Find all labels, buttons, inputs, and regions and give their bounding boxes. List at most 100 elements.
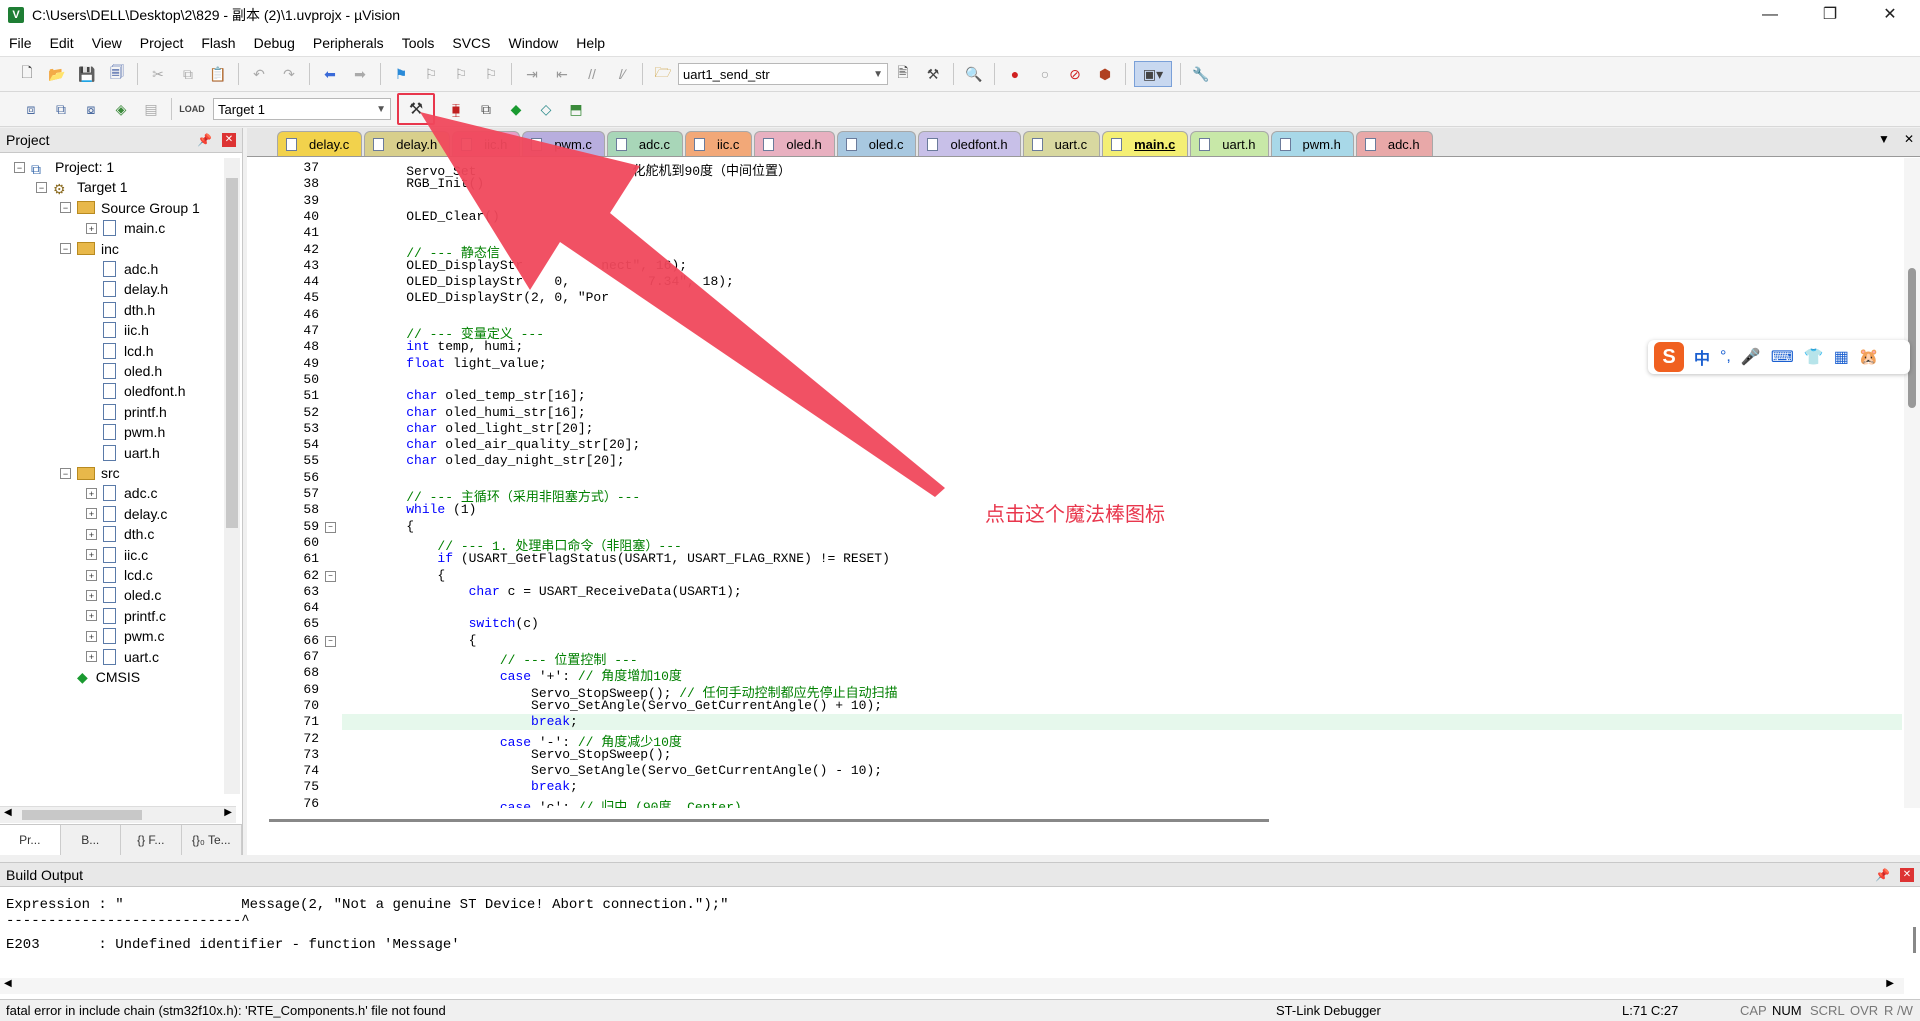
unindent-icon[interactable]: ⇤ [550, 62, 574, 86]
tab-books[interactable]: B... [61, 825, 121, 855]
close-icon[interactable]: ✕ [222, 133, 236, 147]
pack-installer-icon[interactable]: ⬒ [564, 97, 588, 121]
expand-icon[interactable]: + [86, 651, 97, 663]
cut-icon[interactable]: ✂ [146, 62, 170, 86]
next-bookmark-icon[interactable]: ⚐ [449, 62, 473, 86]
save-icon[interactable]: 💾 [75, 62, 99, 86]
tree-item[interactable]: − src [60, 463, 120, 483]
stop-build-icon[interactable]: ▤ [139, 97, 163, 121]
ime-mode[interactable]: 中 [1694, 345, 1710, 369]
options-for-target-button[interactable]: ⚒ [397, 93, 435, 125]
skin-icon[interactable]: 👕 [1804, 347, 1824, 367]
manage-rte-icon[interactable]: ◆ [504, 97, 528, 121]
disable-breakpoint-icon[interactable]: ○ [1033, 62, 1057, 86]
chevron-left-icon[interactable]: ◀ [4, 807, 12, 818]
download-load-icon[interactable]: LOAD [179, 97, 205, 121]
tree-item[interactable]: + main.c [86, 218, 165, 238]
build-icon[interactable]: ⧉ [49, 97, 73, 121]
tree-item[interactable]: + lcd.c [86, 565, 153, 585]
ime-toolbar[interactable]: S 中 °, 🎤 ⌨ 👕 ▦ 🐹 [1648, 340, 1910, 374]
breakpoint-icon[interactable]: ● [1003, 62, 1027, 86]
tab-functions[interactable]: {} F... [121, 825, 182, 855]
expand-icon[interactable]: + [86, 487, 97, 499]
file-extensions-icon[interactable]: ⧯ [444, 97, 468, 121]
clear-bookmarks-icon[interactable]: ⚐ [479, 62, 503, 86]
punctuation-icon[interactable]: °, [1720, 348, 1731, 366]
tree-item[interactable]: dth.h [86, 300, 155, 320]
chevron-left-icon[interactable]: ◀ [4, 978, 12, 989]
comment-icon[interactable]: // [580, 62, 604, 86]
scroll-thumb[interactable] [269, 819, 1269, 822]
chevron-right-icon[interactable]: ▶ [1886, 978, 1894, 989]
expand-icon[interactable]: + [86, 508, 97, 520]
menu-flash[interactable]: Flash [192, 30, 244, 56]
menu-tools[interactable]: Tools [393, 30, 444, 56]
expand-icon[interactable]: + [86, 222, 97, 234]
tab-list-icon[interactable]: ▼ [1878, 132, 1890, 146]
project-vertical-scrollbar[interactable] [224, 158, 240, 794]
editor-tab[interactable]: uart.h [1190, 131, 1269, 156]
tree-item[interactable]: oled.h [86, 361, 162, 381]
prev-bookmark-icon[interactable]: ⚐ [419, 62, 443, 86]
scroll-thumb[interactable] [226, 178, 238, 528]
tree-item[interactable]: + delay.c [86, 504, 167, 524]
editor-tab[interactable]: delay.h [364, 131, 451, 156]
chevron-right-icon[interactable]: ▶ [224, 807, 232, 818]
paste-icon[interactable]: 📋 [206, 62, 230, 86]
save-all-icon[interactable]: 🗐 [105, 62, 129, 86]
tree-item[interactable]: + dth.c [86, 524, 154, 544]
collapse-icon[interactable]: − [60, 243, 71, 255]
new-file-icon[interactable]: 🗋 [15, 62, 39, 86]
toolbox-icon[interactable]: ▦ [1834, 347, 1849, 367]
uncomment-icon[interactable]: /∕ [610, 62, 634, 86]
tree-item[interactable]: pwm.h [86, 422, 165, 442]
expand-icon[interactable]: + [86, 630, 97, 642]
editor-tab[interactable]: oled.c [836, 131, 917, 156]
editor-tab[interactable]: iic.h [452, 131, 521, 156]
mascot-icon[interactable]: 🐹 [1859, 347, 1879, 367]
manage-project-items-icon[interactable]: ⧉ [474, 97, 498, 121]
maximize-button[interactable]: ❐ [1800, 0, 1860, 30]
redo-icon[interactable]: ↷ [277, 62, 301, 86]
fold-toggle-icon[interactable]: − [325, 635, 336, 647]
tree-item[interactable]: iic.h [86, 320, 149, 340]
minimize-button[interactable]: — [1740, 0, 1800, 30]
fold-toggle-icon[interactable]: − [325, 570, 336, 582]
microphone-icon[interactable]: 🎤 [1741, 347, 1761, 367]
tree-item[interactable]: + oled.c [86, 585, 161, 605]
translate-icon[interactable]: ⧈ [19, 97, 43, 121]
tree-item[interactable]: oledfont.h [86, 381, 186, 401]
close-icon[interactable]: ✕ [1904, 132, 1914, 146]
find-in-files-icon[interactable]: 🗁 [651, 62, 675, 86]
project-horizontal-scrollbar[interactable]: ◀ ▶ [0, 806, 236, 823]
collapse-icon[interactable]: − [60, 202, 71, 214]
indent-icon[interactable]: ⇥ [520, 62, 544, 86]
tree-item[interactable]: − inc [60, 239, 119, 259]
tree-item[interactable]: + iic.c [86, 545, 148, 565]
tree-item[interactable]: ◆ CMSIS [60, 667, 140, 687]
window-layout-icon[interactable]: ▣▾ [1134, 61, 1172, 87]
menu-peripherals[interactable]: Peripherals [304, 30, 393, 56]
open-folder-icon[interactable]: 📂 [45, 62, 69, 86]
editor-horizontal-scrollbar[interactable] [247, 813, 1902, 829]
bookmark-icon[interactable]: ⚑ [389, 62, 413, 86]
editor-tab[interactable]: pwm.h [1270, 131, 1354, 156]
tree-item[interactable]: delay.h [86, 279, 168, 299]
editor-tab[interactable]: oled.h [754, 131, 835, 156]
tab-project[interactable]: Pr... [0, 825, 61, 855]
collapse-icon[interactable]: − [36, 181, 47, 193]
collapse-icon[interactable]: − [14, 161, 25, 173]
expand-icon[interactable]: + [86, 549, 97, 561]
editor-tab[interactable]: oledfont.h [918, 131, 1021, 156]
tree-item[interactable]: + adc.c [86, 483, 157, 503]
build-vertical-scrollbar[interactable] [1913, 927, 1916, 953]
editor-tab[interactable]: uart.c [1022, 131, 1101, 156]
tree-item[interactable]: + uart.c [86, 647, 159, 667]
keyboard-icon[interactable]: ⌨ [1771, 347, 1794, 367]
rebuild-icon[interactable]: ⧇ [79, 97, 103, 121]
disable-all-breakpoints-icon[interactable]: ⊘ [1063, 62, 1087, 86]
tab-templates[interactable]: {}₀ Te... [182, 825, 242, 855]
editor-tab[interactable]: delay.c [277, 131, 363, 156]
expand-icon[interactable]: + [86, 528, 97, 540]
menu-view[interactable]: View [83, 30, 131, 56]
